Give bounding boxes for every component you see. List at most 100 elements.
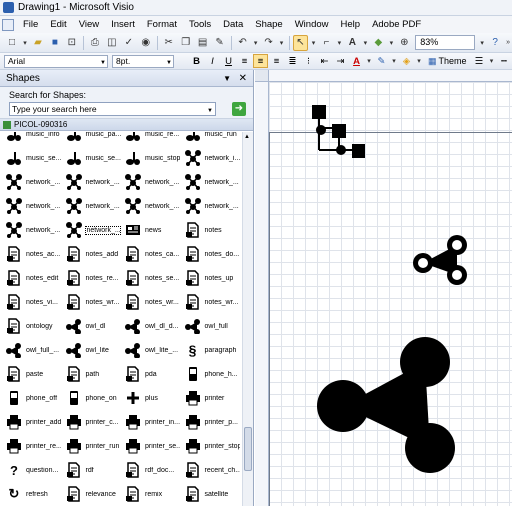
shape-item[interactable]: owl_full_... [3, 338, 62, 362]
line-color-dropdown-icon[interactable]: ▾ [390, 53, 398, 69]
pointer-tool-icon[interactable]: ↖ [292, 34, 309, 51]
search-input[interactable]: Type your search here ▼ [9, 102, 216, 116]
undo-dropdown-icon[interactable]: ▾ [252, 35, 260, 51]
shape-item[interactable]: ? question... [3, 458, 62, 482]
menu-shape[interactable]: Shape [249, 16, 288, 33]
decrease-indent-icon[interactable]: ⇤ [317, 54, 332, 68]
shape-item[interactable]: music_run [182, 132, 241, 146]
shape-item[interactable]: § paragraph [182, 338, 241, 362]
shape-item[interactable]: notes_vi... [3, 290, 62, 314]
justify-icon[interactable]: ≣ [285, 54, 300, 68]
format-painter-icon[interactable]: ✎ [212, 35, 228, 51]
connector-tool-icon[interactable]: ⌐ [318, 35, 334, 51]
italic-button[interactable]: I [205, 54, 220, 68]
shape-item[interactable]: phone_on [63, 386, 122, 410]
menu-format[interactable]: Format [141, 16, 183, 33]
menu-data[interactable]: Data [217, 16, 249, 33]
search-go-button[interactable]: ➜ [232, 102, 246, 116]
bullets-icon[interactable]: ⁝ [301, 54, 316, 68]
shape-item[interactable]: network_... [3, 218, 62, 242]
zoom-dropdown-icon[interactable]: ▾ [478, 35, 486, 51]
shape-item[interactable]: owl_dl [63, 314, 122, 338]
shape-item[interactable]: printer_in... [122, 410, 181, 434]
shape-item[interactable]: pda [122, 362, 181, 386]
shape-item[interactable]: music_info [3, 132, 62, 146]
shape-item[interactable]: notes [182, 218, 241, 242]
fill-color-icon[interactable]: ◈ [399, 54, 414, 68]
shape-item[interactable]: printer_se... [122, 434, 181, 458]
shape-item[interactable]: network_... [3, 194, 62, 218]
shape-item[interactable]: owl_full [182, 314, 241, 338]
menu-window[interactable]: Window [289, 16, 335, 33]
shape-item[interactable]: notes_up [182, 266, 241, 290]
shape-item[interactable]: printer_c... [63, 410, 122, 434]
shape-item[interactable]: ↻ refresh [3, 482, 62, 506]
align-right-icon[interactable]: ≡ [269, 54, 284, 68]
connector-dropdown-icon[interactable]: ▾ [335, 35, 343, 51]
chevron-down-icon[interactable]: ▼ [207, 105, 213, 117]
shape-item[interactable]: notes_ac... [3, 242, 62, 266]
increase-indent-icon[interactable]: ⇥ [333, 54, 348, 68]
shape-item[interactable]: network_... [3, 170, 62, 194]
ontology-shape[interactable] [312, 105, 365, 158]
shape-item[interactable]: satellite [182, 482, 241, 506]
shape-item[interactable]: remix [122, 482, 181, 506]
panel-menu-icon[interactable]: ▼ [223, 70, 231, 87]
font-size-combo[interactable]: 8pt. ▼ [112, 54, 174, 68]
menu-edit[interactable]: Edit [44, 16, 72, 33]
shape-item[interactable]: music_re... [122, 132, 181, 146]
shape-item[interactable]: recent_ch... [182, 458, 241, 482]
shape-item[interactable]: printer_re... [3, 434, 62, 458]
shape-item[interactable]: notes_se... [122, 266, 181, 290]
scroll-up-icon[interactable]: ▲ [244, 134, 250, 140]
redo-icon[interactable]: ↷ [261, 35, 277, 51]
shape-item[interactable]: notes_re... [63, 266, 122, 290]
line-color-icon[interactable]: ✎ [374, 54, 389, 68]
shape-item[interactable]: network_... [182, 170, 241, 194]
shape-item[interactable]: network_... [63, 170, 122, 194]
shape-item[interactable]: phone_off [3, 386, 62, 410]
shape-item[interactable]: printer [182, 386, 241, 410]
shape-item[interactable]: notes_edit [3, 266, 62, 290]
pointer-dropdown-icon[interactable]: ▾ [309, 35, 317, 51]
menu-tools[interactable]: Tools [183, 16, 217, 33]
close-icon[interactable]: ✕ [239, 70, 247, 87]
shape-item[interactable]: path [63, 362, 122, 386]
font-combo[interactable]: Arial ▼ [4, 54, 108, 68]
open-icon[interactable]: ▰ [30, 35, 46, 51]
shape-item[interactable]: owl_lite_... [122, 338, 181, 362]
shape-item[interactable]: owl_lite [63, 338, 122, 362]
shape-item[interactable]: notes_add [63, 242, 122, 266]
shape-item[interactable]: network_... [122, 194, 181, 218]
shapes-scrollbar[interactable]: ▲ [242, 132, 253, 506]
document-icon[interactable] [2, 18, 14, 31]
fill-color-dropdown-icon[interactable]: ▾ [415, 53, 423, 69]
menu-adobe-pdf[interactable]: Adobe PDF [366, 16, 427, 33]
shape-item[interactable]: notes_do... [182, 242, 241, 266]
shape-item[interactable]: network_i... [182, 146, 241, 170]
line-weight-icon[interactable]: ☰ [472, 54, 487, 68]
font-color-icon[interactable]: A [349, 54, 364, 68]
line-pattern-icon[interactable]: ┅ [497, 54, 512, 68]
shape-item[interactable]: relevance [63, 482, 122, 506]
zoom-combo[interactable]: 83% [415, 35, 476, 50]
shape-item[interactable]: notes_wr... [182, 290, 241, 314]
bold-button[interactable]: B [189, 54, 204, 68]
paste-icon[interactable]: ▤ [195, 35, 211, 51]
scroll-thumb[interactable] [244, 427, 252, 471]
shape-item[interactable]: notes_ca... [122, 242, 181, 266]
shape-dropdown-icon[interactable]: ▾ [387, 35, 395, 51]
toolbar-options-icon[interactable]: » [504, 35, 512, 51]
copy-icon[interactable]: ❐ [178, 35, 194, 51]
shape-item[interactable]: printer_add [3, 410, 62, 434]
shape-item[interactable]: rdf_doc... [122, 458, 181, 482]
redo-dropdown-icon[interactable]: ▾ [278, 35, 286, 51]
shape-item[interactable]: music_pa... [63, 132, 122, 146]
research-icon[interactable]: ◉ [138, 35, 154, 51]
font-color-dropdown-icon[interactable]: ▾ [365, 53, 373, 69]
owl-full-large-shape[interactable] [317, 337, 455, 473]
shape-item[interactable]: music_se... [63, 146, 122, 170]
shape-item[interactable]: network_... [63, 218, 122, 242]
shape-item[interactable]: rdf [63, 458, 122, 482]
menu-help[interactable]: Help [335, 16, 367, 33]
